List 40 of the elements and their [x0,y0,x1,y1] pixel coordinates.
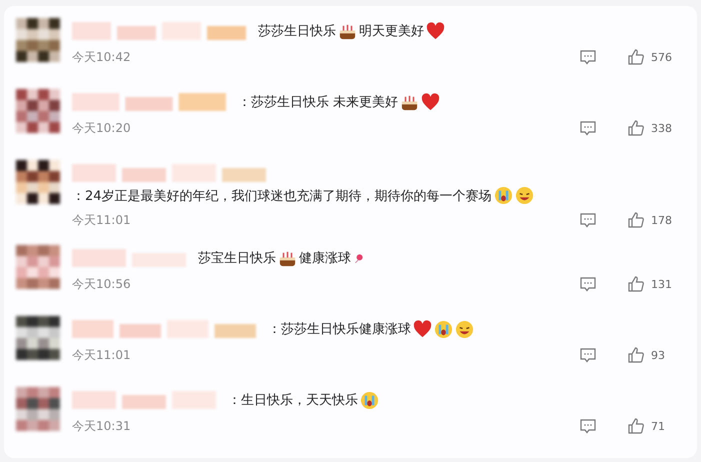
thumbs-up-icon [627,275,645,293]
comment-text: ：莎莎生日快乐 未来更美好 [238,94,398,111]
comment-time: 今天10:31 [72,418,131,434]
thumbs-up-icon [627,417,645,435]
comment-time: 今天10:20 [72,120,131,136]
thumbs-up-icon [627,346,645,364]
thumbs-up-icon [627,211,645,229]
like-button[interactable]: 131 [627,275,679,293]
heart-icon [413,320,432,338]
like-button[interactable]: 338 [627,119,679,137]
comment-icon[interactable] [579,417,597,435]
comment-text: 莎宝生日快乐 [198,250,276,267]
comment-icon[interactable] [579,119,597,137]
like-button[interactable]: 178 [627,211,679,229]
comment-icon[interactable] [579,275,597,293]
laughing-face-icon [514,186,534,205]
comment-time: 今天10:42 [72,48,131,66]
comment-time: 今天11:01 [72,346,131,364]
heart-icon [426,22,445,40]
like-button[interactable]: 576 [627,48,679,66]
comment-icon[interactable] [579,211,597,229]
crying-face-icon [494,186,513,205]
comment-icon[interactable] [579,346,597,364]
comment-text: 明天更美好 [359,23,424,40]
comment-icon[interactable] [579,48,597,66]
thumbs-up-icon [627,119,645,137]
comment-text: ：24岁正是最美好的年纪，我们球迷也充满了期待，期待你的每一个赛场 [72,188,492,204]
like-button[interactable]: 93 [627,346,679,364]
comment-text: 健康涨球 [299,250,351,267]
comment-text: ：生日快乐，天天快乐 [228,392,358,409]
heart-icon [421,92,440,112]
comment-time: 今天11:01 [72,212,131,228]
crying-face-icon [434,320,453,338]
comment-text: 莎莎生日快乐 [258,23,336,40]
thumbs-up-icon [627,48,645,66]
comment-time: 今天10:56 [72,276,131,292]
like-button[interactable]: 71 [627,417,679,435]
laughing-face-icon [455,320,474,338]
crying-face-icon [360,390,379,410]
comment-text: ：莎莎生日快乐健康涨球 [268,321,411,338]
